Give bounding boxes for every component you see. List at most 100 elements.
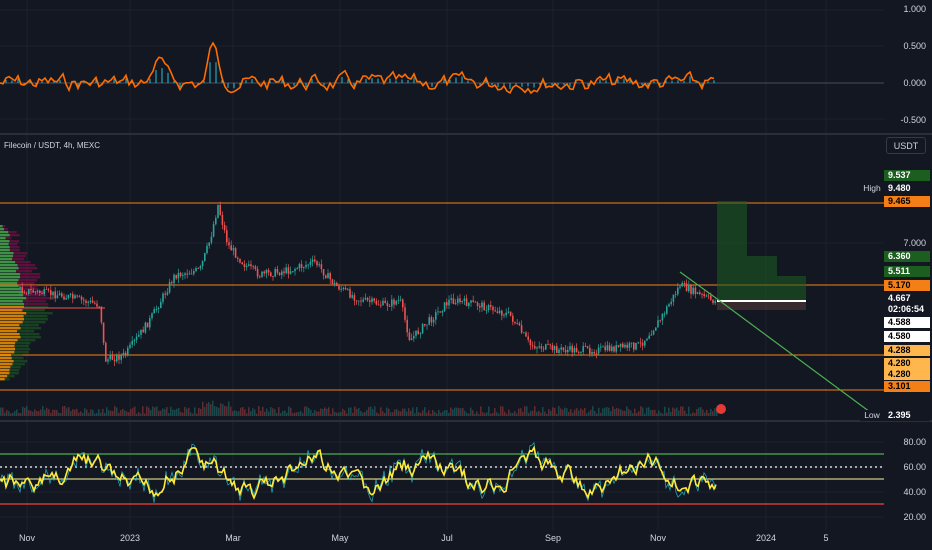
candle-body bbox=[639, 342, 642, 344]
volume-bar bbox=[370, 406, 372, 416]
volume-bar bbox=[22, 406, 24, 416]
volume-bar bbox=[150, 410, 152, 416]
volume-bar bbox=[664, 406, 666, 416]
volume-bar bbox=[172, 409, 174, 416]
volume-bar bbox=[466, 412, 468, 416]
pane-separator-top[interactable] bbox=[0, 133, 932, 135]
candle-body bbox=[707, 295, 710, 297]
volume-bar bbox=[492, 412, 494, 416]
volume-bar bbox=[82, 413, 84, 416]
volume-profile-bar bbox=[15, 261, 31, 264]
volume-bar bbox=[16, 409, 18, 416]
candle-body bbox=[85, 300, 87, 303]
candle-body bbox=[355, 300, 358, 302]
candle-body bbox=[670, 301, 672, 305]
volume-bar bbox=[156, 406, 158, 416]
volume-bar bbox=[26, 406, 28, 416]
volume-profile-bar bbox=[0, 333, 20, 336]
volume-bar bbox=[578, 410, 580, 416]
volume-bar bbox=[34, 409, 36, 416]
currency-button[interactable]: USDT bbox=[886, 137, 926, 154]
chart-canvas[interactable] bbox=[0, 0, 932, 550]
volume-bar bbox=[254, 409, 256, 416]
candle-body bbox=[201, 260, 204, 267]
volume-bar bbox=[312, 412, 314, 416]
volume-bar bbox=[436, 413, 438, 416]
candle-body bbox=[98, 306, 100, 308]
volume-bar bbox=[202, 401, 204, 416]
volume-bar bbox=[262, 406, 264, 416]
volume-bar bbox=[204, 407, 206, 416]
pane-separator-bottom[interactable] bbox=[0, 420, 932, 422]
volume-bar bbox=[212, 400, 214, 416]
volume-bar bbox=[608, 407, 610, 416]
volume-bar bbox=[462, 407, 464, 416]
candle-body bbox=[584, 346, 587, 347]
volume-bar bbox=[118, 412, 120, 416]
volume-profile-bar bbox=[0, 279, 19, 282]
candle-body bbox=[512, 315, 514, 322]
volume-bar bbox=[124, 410, 126, 416]
candle-body bbox=[589, 347, 591, 354]
volume-bar bbox=[238, 411, 240, 416]
oscillator-axis-label: 0.500 bbox=[903, 41, 926, 51]
candle-body bbox=[461, 300, 463, 303]
volume-bar bbox=[600, 412, 602, 416]
candle-body bbox=[399, 299, 402, 301]
candle-body bbox=[155, 308, 158, 310]
volume-bar bbox=[392, 412, 394, 416]
volume-bar bbox=[668, 407, 670, 416]
oscillator-axis-label: 0.000 bbox=[903, 78, 926, 88]
volume-bar bbox=[210, 404, 212, 416]
volume-bar bbox=[364, 412, 366, 416]
volume-bar bbox=[84, 408, 86, 416]
candle-body bbox=[87, 301, 89, 303]
volume-bar bbox=[378, 413, 380, 416]
candle-body bbox=[465, 298, 468, 307]
candle-body bbox=[197, 267, 199, 269]
volume-bar bbox=[356, 409, 358, 416]
candle-body bbox=[690, 285, 692, 294]
volume-bar bbox=[152, 406, 154, 416]
volume-bar bbox=[592, 406, 594, 416]
volume-profile-bar bbox=[0, 297, 27, 300]
volume-bar bbox=[70, 410, 72, 416]
volume-profile-bar bbox=[0, 345, 15, 348]
candle-body bbox=[294, 269, 296, 272]
volume-profile-bar bbox=[0, 357, 12, 360]
price-tag-label: High bbox=[860, 183, 884, 194]
volume-bar bbox=[432, 410, 434, 416]
volume-bar bbox=[408, 408, 410, 416]
volume-bar bbox=[188, 407, 190, 416]
candle-body bbox=[226, 230, 228, 243]
volume-bar bbox=[590, 409, 592, 416]
candle-body bbox=[83, 299, 85, 301]
volume-bar bbox=[456, 407, 458, 416]
volume-profile-bar bbox=[9, 249, 20, 252]
candle-body bbox=[404, 307, 406, 320]
candle-body bbox=[553, 346, 556, 351]
volume-bar bbox=[506, 413, 508, 416]
symbol-title[interactable]: Filecoin / USDT, 4h, MEXC bbox=[4, 141, 100, 150]
price-tag-label: Low bbox=[860, 410, 884, 421]
volume-bar bbox=[476, 411, 478, 416]
candle-body bbox=[672, 294, 675, 302]
volume-bar bbox=[286, 412, 288, 416]
candle-body bbox=[648, 335, 650, 339]
candle-body bbox=[393, 299, 395, 305]
candle-body bbox=[263, 271, 265, 274]
volume-profile-bar bbox=[0, 354, 11, 357]
volume-bar bbox=[360, 410, 362, 416]
volume-profile-bar bbox=[0, 375, 8, 378]
volume-bar bbox=[138, 411, 140, 416]
volume-profile-bar bbox=[0, 330, 18, 333]
volume-bar bbox=[406, 411, 408, 416]
volume-bar bbox=[700, 407, 702, 416]
candle-body bbox=[446, 302, 448, 306]
candle-body bbox=[94, 302, 96, 304]
volume-bar bbox=[530, 410, 532, 416]
volume-bar bbox=[710, 408, 712, 416]
volume-bar bbox=[324, 407, 326, 416]
price-tag: 4.667 bbox=[884, 293, 930, 304]
volume-profile-bar bbox=[0, 315, 24, 318]
